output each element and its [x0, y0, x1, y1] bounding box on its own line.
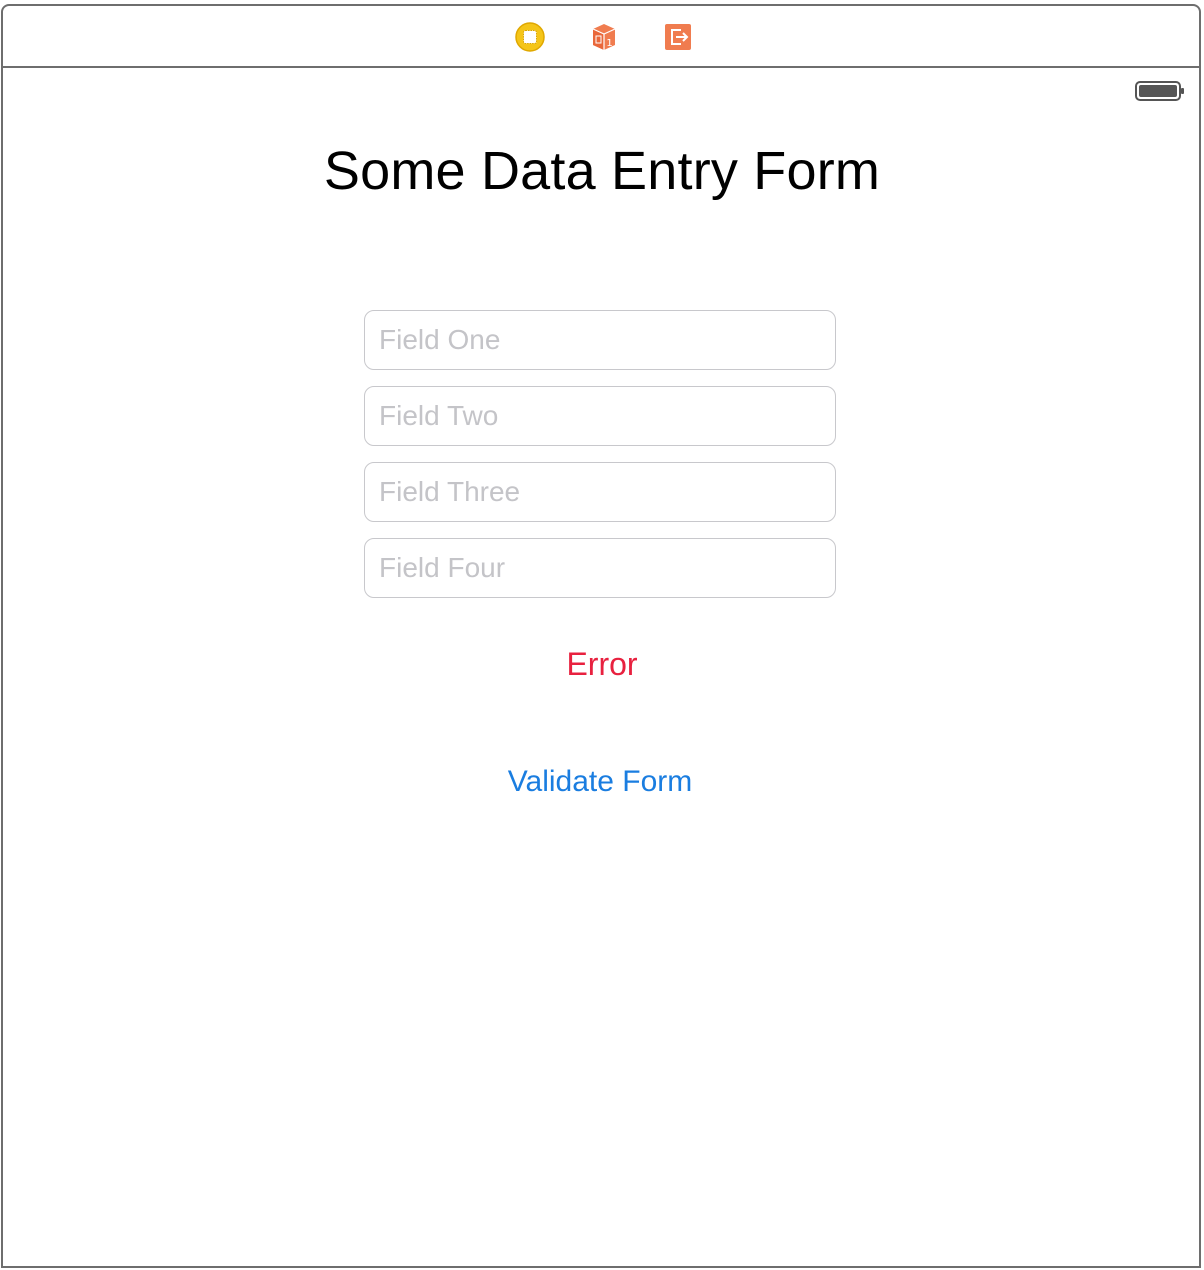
field-one-input[interactable]	[364, 310, 836, 370]
field-four-input[interactable]	[364, 538, 836, 598]
validate-form-button[interactable]: Validate Form	[470, 760, 730, 804]
svg-text:1: 1	[606, 38, 612, 49]
field-two-input[interactable]	[364, 386, 836, 446]
error-label: Error	[566, 646, 638, 682]
first-responder-icon[interactable]: 1	[589, 22, 619, 52]
view-controller-icon[interactable]	[515, 22, 545, 52]
field-three-input[interactable]	[364, 462, 836, 522]
scene-dock: 1	[3, 6, 1199, 68]
battery-icon	[1135, 80, 1185, 102]
page-title: Some Data Entry Form	[323, 141, 881, 201]
exit-icon[interactable]	[663, 22, 693, 52]
